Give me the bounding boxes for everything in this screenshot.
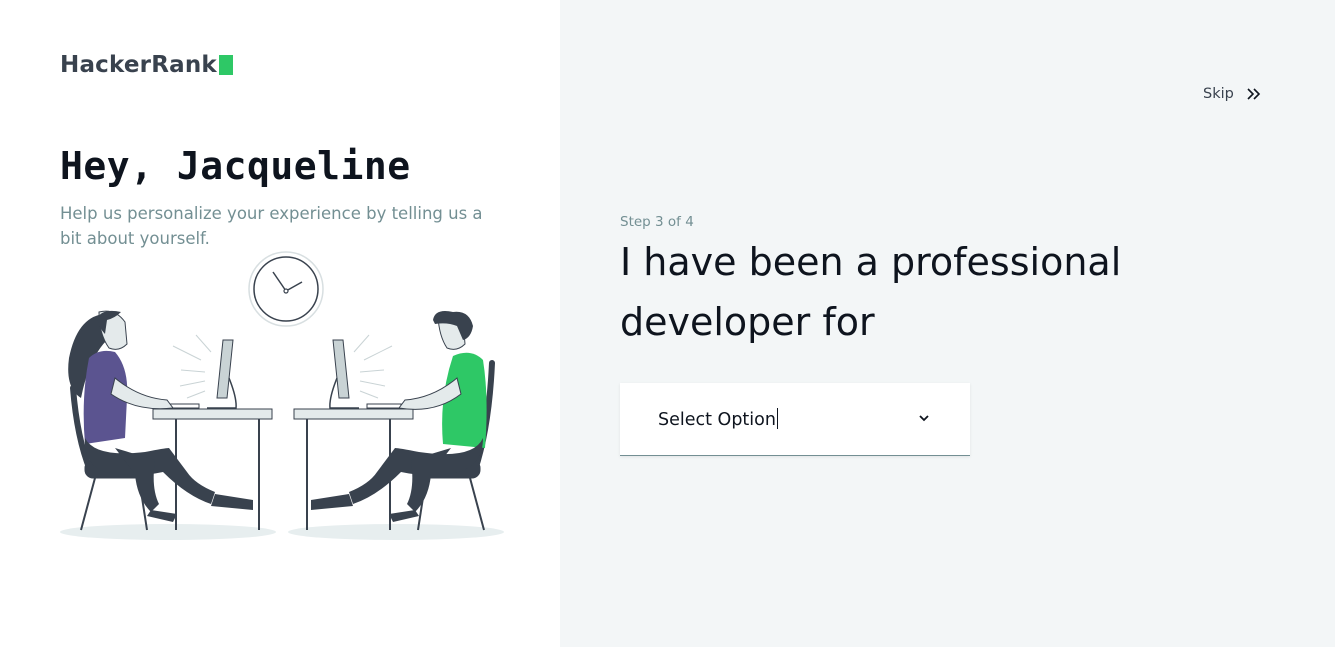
left-panel: HackerRank Hey, Jacqueline Help us perso… — [0, 0, 560, 647]
screen-glow-left — [172, 334, 212, 399]
logo-cursor-mark — [218, 55, 233, 75]
select-value-text: Select Option — [658, 410, 776, 430]
question-heading: I have been a professional developer for — [620, 240, 1122, 344]
step-indicator: Step 3 of 4 — [620, 214, 694, 230]
select-value: Select Option — [658, 408, 778, 430]
chevron-down-icon — [919, 415, 929, 422]
experience-select[interactable]: Select Option — [620, 383, 970, 456]
double-chevron-right-icon — [1247, 88, 1260, 100]
right-panel: Skip Step 3 of 4 I have been a professio… — [560, 0, 1335, 647]
greeting-heading: Hey, Jacqueline — [60, 144, 411, 188]
text-cursor — [776, 408, 778, 429]
clock-icon — [248, 251, 324, 327]
hackerrank-logo[interactable]: HackerRank — [60, 52, 233, 78]
developers-illustration — [60, 251, 504, 540]
screen-glow-right — [353, 334, 393, 399]
greeting-subtext: Help us personalize your experience by t… — [60, 204, 483, 248]
skip-label: Skip — [1203, 86, 1234, 102]
skip-button[interactable]: Skip — [1203, 86, 1262, 102]
logo-wordmark: HackerRank — [60, 52, 217, 78]
